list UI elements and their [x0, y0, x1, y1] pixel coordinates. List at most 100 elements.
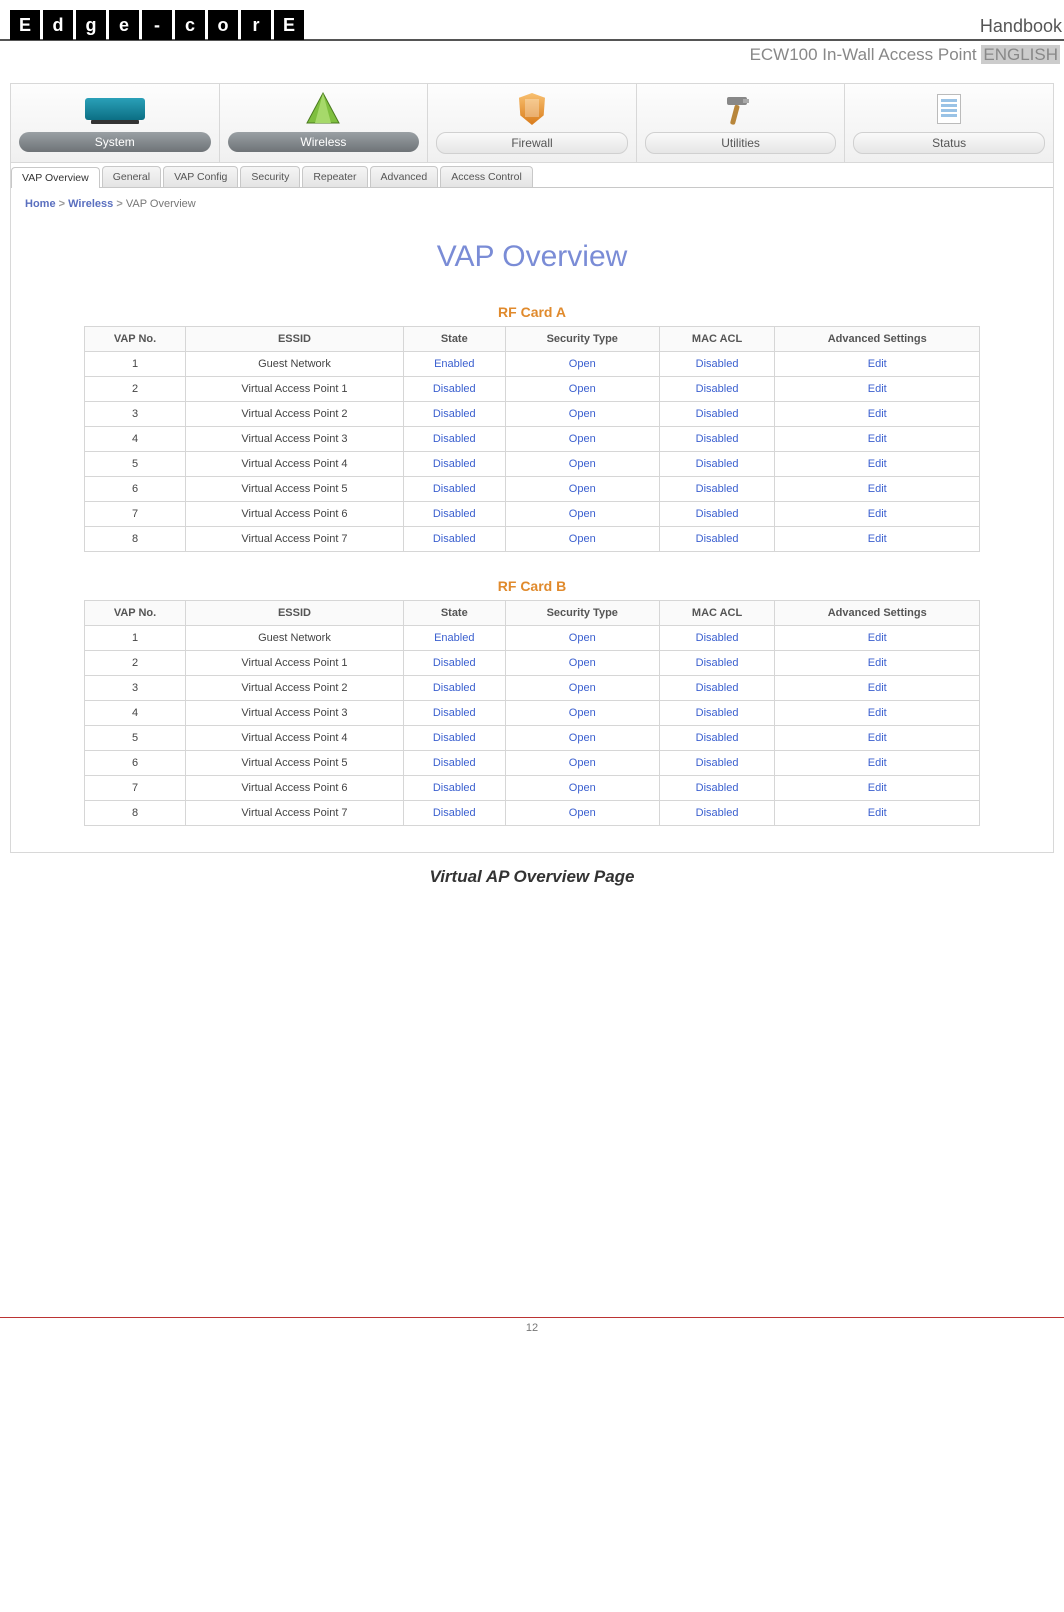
cell-state-link[interactable]: Disabled [433, 483, 476, 495]
cell-state[interactable]: Disabled [403, 776, 505, 801]
cell-macacl-link[interactable]: Disabled [696, 408, 739, 420]
cell-macacl-link[interactable]: Disabled [696, 358, 739, 370]
sub-tab-vap-config[interactable]: VAP Config [163, 166, 238, 187]
cell-security-link[interactable]: Open [569, 408, 596, 420]
cell-macacl[interactable]: Disabled [659, 452, 775, 477]
cell-macacl-link[interactable]: Disabled [696, 508, 739, 520]
cell-state-link[interactable]: Disabled [433, 782, 476, 794]
cell-advanced-link[interactable]: Edit [868, 657, 887, 669]
cell-advanced-link[interactable]: Edit [868, 433, 887, 445]
cell-macacl-link[interactable]: Disabled [696, 807, 739, 819]
cell-state-link[interactable]: Disabled [433, 408, 476, 420]
cell-security[interactable]: Open [505, 701, 659, 726]
cell-state-link[interactable]: Disabled [433, 732, 476, 744]
cell-advanced-link[interactable]: Edit [868, 757, 887, 769]
cell-advanced[interactable]: Edit [775, 427, 980, 452]
cell-security-link[interactable]: Open [569, 757, 596, 769]
cell-security[interactable]: Open [505, 751, 659, 776]
cell-macacl-link[interactable]: Disabled [696, 657, 739, 669]
cell-macacl[interactable]: Disabled [659, 701, 775, 726]
cell-advanced[interactable]: Edit [775, 676, 980, 701]
cell-advanced-link[interactable]: Edit [868, 707, 887, 719]
cell-macacl[interactable]: Disabled [659, 377, 775, 402]
cell-macacl[interactable]: Disabled [659, 751, 775, 776]
cell-state[interactable]: Disabled [403, 651, 505, 676]
cell-security-link[interactable]: Open [569, 632, 596, 644]
cell-state-link[interactable]: Disabled [433, 383, 476, 395]
sub-tab-advanced[interactable]: Advanced [370, 166, 439, 187]
cell-state[interactable]: Disabled [403, 701, 505, 726]
cell-advanced[interactable]: Edit [775, 726, 980, 751]
sub-tab-access-control[interactable]: Access Control [440, 166, 533, 187]
cell-advanced-link[interactable]: Edit [868, 483, 887, 495]
cell-advanced[interactable]: Edit [775, 776, 980, 801]
cell-advanced[interactable]: Edit [775, 626, 980, 651]
cell-security[interactable]: Open [505, 651, 659, 676]
cell-macacl-link[interactable]: Disabled [696, 383, 739, 395]
cell-security[interactable]: Open [505, 527, 659, 552]
cell-state-link[interactable]: Enabled [434, 632, 474, 644]
cell-macacl-link[interactable]: Disabled [696, 732, 739, 744]
cell-macacl[interactable]: Disabled [659, 676, 775, 701]
cell-advanced[interactable]: Edit [775, 402, 980, 427]
cell-state-link[interactable]: Disabled [433, 458, 476, 470]
cell-advanced[interactable]: Edit [775, 527, 980, 552]
cell-advanced[interactable]: Edit [775, 651, 980, 676]
cell-state-link[interactable]: Enabled [434, 358, 474, 370]
sub-tab-repeater[interactable]: Repeater [302, 166, 367, 187]
breadcrumb-section[interactable]: Wireless [68, 198, 113, 210]
cell-macacl[interactable]: Disabled [659, 801, 775, 826]
cell-security-link[interactable]: Open [569, 707, 596, 719]
cell-security[interactable]: Open [505, 776, 659, 801]
main-tab-wireless[interactable]: Wireless [220, 84, 429, 162]
cell-security-link[interactable]: Open [569, 483, 596, 495]
cell-advanced[interactable]: Edit [775, 452, 980, 477]
cell-security-link[interactable]: Open [569, 807, 596, 819]
cell-advanced-link[interactable]: Edit [868, 732, 887, 744]
cell-state[interactable]: Disabled [403, 676, 505, 701]
cell-security[interactable]: Open [505, 477, 659, 502]
cell-security[interactable]: Open [505, 626, 659, 651]
cell-state-link[interactable]: Disabled [433, 657, 476, 669]
cell-security-link[interactable]: Open [569, 458, 596, 470]
sub-tab-security[interactable]: Security [240, 166, 300, 187]
breadcrumb-home[interactable]: Home [25, 198, 56, 210]
cell-macacl[interactable]: Disabled [659, 726, 775, 751]
cell-macacl[interactable]: Disabled [659, 477, 775, 502]
main-tab-system[interactable]: System [11, 84, 220, 162]
cell-security-link[interactable]: Open [569, 433, 596, 445]
cell-security-link[interactable]: Open [569, 782, 596, 794]
cell-advanced[interactable]: Edit [775, 751, 980, 776]
cell-state-link[interactable]: Disabled [433, 533, 476, 545]
cell-macacl-link[interactable]: Disabled [696, 757, 739, 769]
cell-advanced[interactable]: Edit [775, 377, 980, 402]
main-tab-firewall[interactable]: Firewall [428, 84, 637, 162]
cell-advanced-link[interactable]: Edit [868, 782, 887, 794]
cell-macacl[interactable]: Disabled [659, 626, 775, 651]
cell-state[interactable]: Disabled [403, 801, 505, 826]
cell-state-link[interactable]: Disabled [433, 508, 476, 520]
cell-macacl[interactable]: Disabled [659, 527, 775, 552]
cell-macacl[interactable]: Disabled [659, 402, 775, 427]
cell-advanced-link[interactable]: Edit [868, 458, 887, 470]
cell-security[interactable]: Open [505, 352, 659, 377]
cell-state-link[interactable]: Disabled [433, 807, 476, 819]
cell-security-link[interactable]: Open [569, 533, 596, 545]
cell-macacl[interactable]: Disabled [659, 352, 775, 377]
cell-advanced-link[interactable]: Edit [868, 508, 887, 520]
cell-macacl-link[interactable]: Disabled [696, 533, 739, 545]
cell-state[interactable]: Disabled [403, 452, 505, 477]
cell-macacl-link[interactable]: Disabled [696, 433, 739, 445]
sub-tab-vap-overview[interactable]: VAP Overview [11, 167, 100, 188]
cell-state[interactable]: Enabled [403, 352, 505, 377]
cell-state-link[interactable]: Disabled [433, 707, 476, 719]
cell-state[interactable]: Disabled [403, 477, 505, 502]
main-tab-utilities[interactable]: Utilities [637, 84, 846, 162]
cell-macacl-link[interactable]: Disabled [696, 483, 739, 495]
cell-security[interactable]: Open [505, 676, 659, 701]
cell-macacl[interactable]: Disabled [659, 651, 775, 676]
cell-security[interactable]: Open [505, 801, 659, 826]
main-tab-status[interactable]: Status [845, 84, 1053, 162]
cell-security[interactable]: Open [505, 377, 659, 402]
cell-state[interactable]: Disabled [403, 751, 505, 776]
